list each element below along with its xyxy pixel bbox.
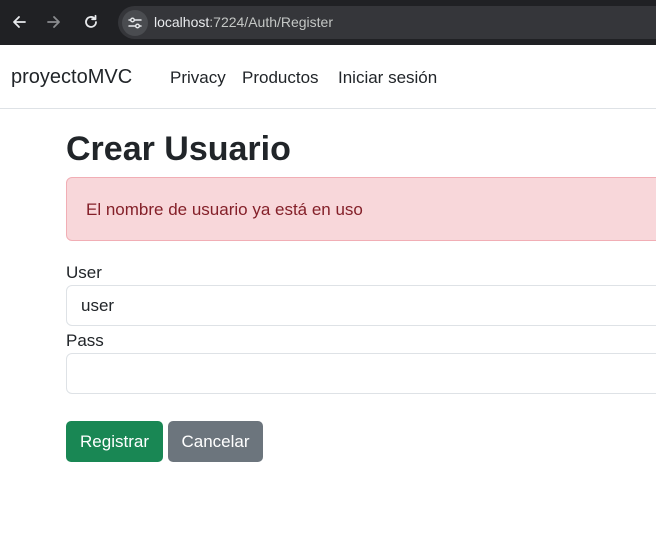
address-bar[interactable]: localhost:7224/Auth/Register (118, 6, 656, 39)
pass-label: Pass (66, 331, 104, 350)
back-arrow-icon[interactable] (6, 9, 32, 35)
pass-input[interactable] (66, 353, 656, 394)
forward-arrow-icon[interactable] (41, 9, 67, 35)
nav-link-iniciar-sesion[interactable]: Iniciar sesión (338, 66, 437, 90)
site-info-icon[interactable] (122, 10, 148, 36)
alert-message: El nombre de usuario ya está en uso (86, 200, 363, 219)
reload-icon[interactable] (78, 9, 104, 35)
url-host: localhost (154, 14, 210, 30)
url-path: :7224/Auth/Register (209, 14, 334, 30)
nav-link-privacy[interactable]: Privacy (170, 66, 226, 90)
error-alert: El nombre de usuario ya está en uso (66, 177, 656, 241)
nav-link-productos[interactable]: Productos (242, 66, 319, 90)
browser-toolbar: localhost:7224/Auth/Register (0, 0, 656, 45)
register-button[interactable]: Registrar (66, 421, 163, 462)
cancel-button[interactable]: Cancelar (168, 421, 263, 462)
user-label: User (66, 263, 102, 282)
url-text: localhost:7224/Auth/Register (154, 6, 333, 39)
user-input[interactable] (66, 285, 656, 326)
page-title: Crear Usuario (66, 130, 291, 168)
app-navbar: proyectoMVC Privacy Productos Iniciar se… (0, 45, 656, 109)
navbar-brand[interactable]: proyectoMVC (11, 64, 132, 90)
